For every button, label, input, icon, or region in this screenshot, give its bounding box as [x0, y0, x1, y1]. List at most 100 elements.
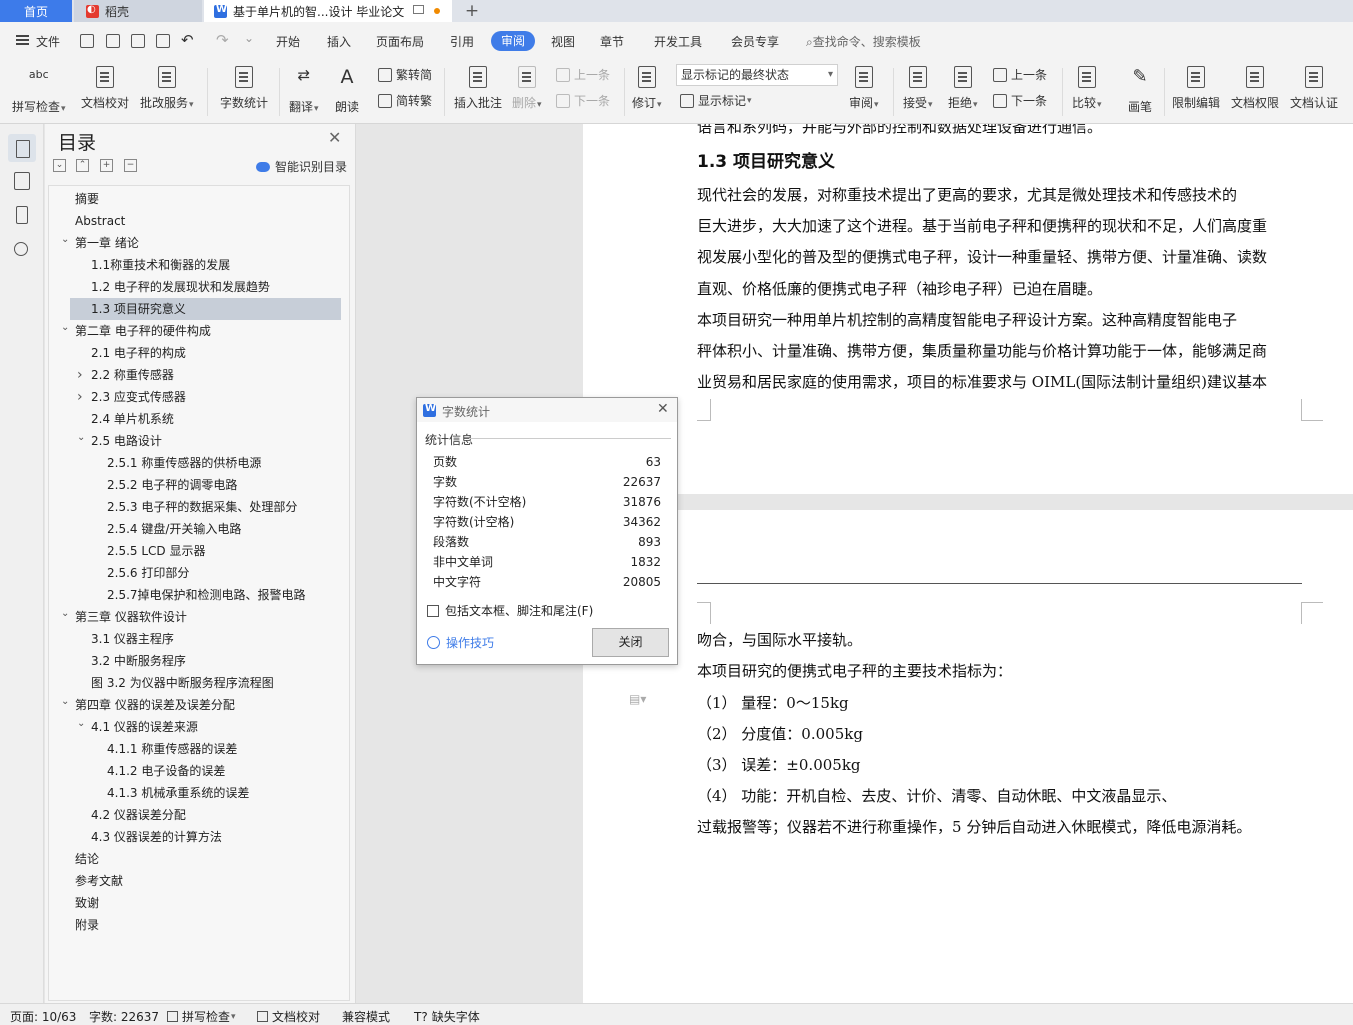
- prev-change-button[interactable]: 上一条: [993, 66, 1047, 83]
- tab-home[interactable]: 首页: [0, 0, 72, 22]
- chevron-right-icon[interactable]: ›: [77, 364, 83, 386]
- toc-item[interactable]: ⌄ 4.1 仪器的误差来源: [49, 716, 349, 738]
- toc-item[interactable]: 图 3.2 为仪器中断服务程序流程图: [49, 672, 349, 694]
- revise-button[interactable]: 修订▾: [632, 62, 662, 111]
- print-preview-icon[interactable]: [156, 34, 170, 48]
- chevron-down-icon[interactable]: ⌄: [77, 713, 85, 735]
- toc-item[interactable]: 4.1.1 称重传感器的误差: [49, 738, 349, 760]
- chapter-nav-icon[interactable]: [14, 172, 30, 190]
- add-item-icon[interactable]: +: [100, 159, 113, 172]
- save-icon[interactable]: [80, 34, 94, 48]
- toc-item[interactable]: Abstract: [49, 210, 349, 232]
- menu-review[interactable]: 审阅: [491, 31, 535, 51]
- toc-item[interactable]: 附录: [49, 914, 349, 936]
- more-icon[interactable]: ⌄: [244, 31, 254, 45]
- chevron-down-icon[interactable]: ⌄: [61, 691, 69, 713]
- pen-button[interactable]: ✎ 画笔: [1127, 62, 1153, 115]
- toc-item[interactable]: 4.3 仪器误差的计算方法: [49, 826, 349, 848]
- toc-item[interactable]: 4.2 仪器误差分配: [49, 804, 349, 826]
- toc-item[interactable]: 1.3 项目研究意义: [70, 298, 341, 320]
- collapse-all-icon[interactable]: ⌄: [53, 159, 66, 172]
- tips-link[interactable]: 操作技巧: [427, 634, 494, 651]
- close-button[interactable]: 关闭: [592, 628, 669, 657]
- translate-button[interactable]: ⇄ 翻译▾: [289, 62, 319, 115]
- toc-item[interactable]: › 2.2 称重传感器: [49, 364, 349, 386]
- chevron-down-icon[interactable]: ⌄: [61, 603, 69, 625]
- toc-item[interactable]: 2.4 单片机系统: [49, 408, 349, 430]
- tab-document[interactable]: 基于单片机的智...设计 毕业论文: [204, 0, 452, 22]
- toc-item[interactable]: 2.5.6 打印部分: [49, 562, 349, 584]
- monitor-icon[interactable]: [413, 5, 424, 14]
- remove-item-icon[interactable]: −: [124, 159, 137, 172]
- menu-chapter[interactable]: 章节: [600, 33, 624, 50]
- next-comment-button[interactable]: 下一条: [556, 92, 610, 109]
- toc-item[interactable]: ⌄ 2.5 电路设计: [49, 430, 349, 452]
- bookmark-icon[interactable]: [16, 206, 28, 224]
- page-indicator[interactable]: 页面: 10/63: [10, 1008, 76, 1025]
- toc-item[interactable]: 参考文献: [49, 870, 349, 892]
- toc-item[interactable]: ⌄ 第二章 电子秤的硬件构成: [49, 320, 349, 342]
- toc-item[interactable]: 摘要: [49, 188, 349, 210]
- search-icon[interactable]: [14, 242, 28, 256]
- menu-view[interactable]: 视图: [551, 33, 575, 50]
- doc-cert-button[interactable]: 文档认证: [1290, 62, 1338, 111]
- word-count-indicator[interactable]: 字数: 22637: [89, 1008, 159, 1025]
- menu-dev-tools[interactable]: 开发工具: [654, 33, 702, 50]
- toc-item[interactable]: 2.5.1 称重传感器的供桥电源: [49, 452, 349, 474]
- toc-item[interactable]: 2.5.3 电子秤的数据采集、处理部分: [49, 496, 349, 518]
- export-pdf-icon[interactable]: [106, 34, 120, 48]
- menu-reference[interactable]: 引用: [450, 33, 474, 50]
- markup-state-select[interactable]: 显示标记的最终状态: [676, 64, 838, 86]
- annotate-service-button[interactable]: 批改服务▾: [140, 62, 194, 111]
- command-search-input[interactable]: ⌕查找命令、搜索模板: [806, 33, 921, 50]
- word-count-button[interactable]: 字数统计: [220, 62, 268, 111]
- menu-start[interactable]: 开始: [276, 33, 300, 50]
- close-icon[interactable]: ✕: [328, 128, 341, 147]
- chevron-down-icon[interactable]: ⌄: [61, 317, 69, 339]
- undo-icon[interactable]: ↶: [181, 31, 194, 49]
- prev-comment-button[interactable]: 上一条: [556, 66, 610, 83]
- include-footnotes-checkbox[interactable]: 包括文本框、脚注和尾注(F): [427, 602, 593, 619]
- toc-item[interactable]: 2.5.5 LCD 显示器: [49, 540, 349, 562]
- toc-item[interactable]: 1.2 电子秤的发展现状和发展趋势: [49, 276, 349, 298]
- paragraph-menu-icon[interactable]: ▤▾: [629, 692, 649, 706]
- toc-item[interactable]: 结论: [49, 848, 349, 870]
- toc-item[interactable]: ⌄ 第三章 仪器软件设计: [49, 606, 349, 628]
- toc-item[interactable]: ⌄ 第四章 仪器的误差及误差分配: [49, 694, 349, 716]
- menu-insert[interactable]: 插入: [327, 33, 351, 50]
- reject-button[interactable]: 拒绝▾: [948, 62, 978, 111]
- status-doc-proof[interactable]: 文档校对: [257, 1008, 320, 1025]
- chevron-down-icon[interactable]: ⌄: [77, 427, 85, 449]
- toc-item[interactable]: 3.2 中断服务程序: [49, 650, 349, 672]
- smart-toc-button[interactable]: 智能识别目录: [256, 158, 347, 175]
- toc-item[interactable]: 2.5.2 电子秤的调零电路: [49, 474, 349, 496]
- missing-font-indicator[interactable]: T? 缺失字体: [414, 1008, 480, 1025]
- doc-proof-button[interactable]: 文档校对: [81, 62, 129, 111]
- read-aloud-button[interactable]: A 朗读: [334, 62, 360, 115]
- menu-file[interactable]: 文件: [36, 33, 60, 50]
- toc-item[interactable]: 2.5.7掉电保护和检测电路、报警电路: [49, 584, 349, 606]
- accept-button[interactable]: 接受▾: [903, 62, 933, 111]
- close-icon[interactable]: ✕: [657, 401, 669, 417]
- tab-daoke[interactable]: 稻壳: [74, 0, 202, 22]
- toc-item[interactable]: 1.1称重技术和衡器的发展: [49, 254, 349, 276]
- toc-item[interactable]: 4.1.2 电子设备的误差: [49, 760, 349, 782]
- print-icon[interactable]: [131, 34, 145, 48]
- toc-item[interactable]: 3.1 仪器主程序: [49, 628, 349, 650]
- redo-icon[interactable]: ↷: [216, 31, 229, 49]
- compare-button[interactable]: 比较▾: [1072, 62, 1102, 111]
- to-simplified-button[interactable]: 简转繁: [378, 92, 432, 109]
- menu-page-layout[interactable]: 页面布局: [376, 33, 424, 50]
- toc-item[interactable]: › 2.3 应变式传感器: [49, 386, 349, 408]
- menu-member[interactable]: 会员专享: [731, 33, 779, 50]
- add-tab-button[interactable]: +: [462, 1, 482, 21]
- toc-item[interactable]: 2.1 电子秤的构成: [49, 342, 349, 364]
- review-pane-button[interactable]: 审阅▾: [849, 62, 879, 111]
- show-markup-button[interactable]: 显示标记 ▾: [680, 92, 752, 109]
- toc-item[interactable]: 致谢: [49, 892, 349, 914]
- dialog-titlebar[interactable]: 字数统计 ✕: [417, 398, 677, 422]
- hamburger-icon[interactable]: [16, 35, 29, 45]
- chevron-right-icon[interactable]: ›: [77, 386, 83, 408]
- next-change-button[interactable]: 下一条: [993, 92, 1047, 109]
- checkbox-box[interactable]: [427, 604, 439, 617]
